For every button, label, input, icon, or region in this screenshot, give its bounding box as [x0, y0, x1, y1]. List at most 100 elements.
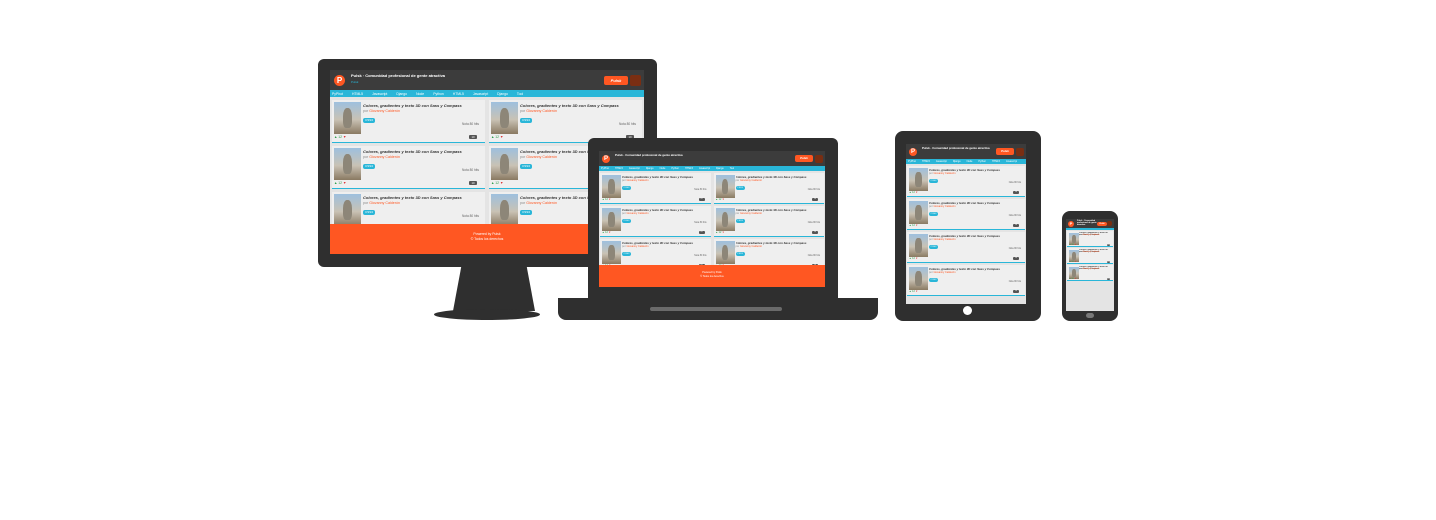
post-tag[interactable]: CSS3: [363, 164, 375, 169]
nav-item[interactable]: Django: [396, 92, 407, 96]
post-card[interactable]: Colores, gradientes y texto 3D con Sass …: [1067, 231, 1113, 247]
nav-item[interactable]: PyPhot: [332, 92, 343, 96]
post-tag[interactable]: CSS3: [735, 186, 745, 190]
vote-controls[interactable]: ▲ 12 ▼: [1069, 244, 1076, 246]
post-thumbnail[interactable]: [715, 241, 735, 264]
logo-icon[interactable]: P: [602, 154, 610, 163]
post-card[interactable]: Colores, gradientes y texto 3D con Sass …: [907, 265, 1025, 296]
post-thumbnail[interactable]: [715, 175, 735, 198]
comment-count[interactable]: 10: [698, 198, 705, 201]
vote-controls[interactable]: ▲ 12 ▼: [909, 257, 918, 260]
post-tag[interactable]: CSS3: [929, 278, 938, 282]
post-card[interactable]: Colores, gradientes y texto 3D con Sass …: [907, 199, 1025, 230]
post-tag[interactable]: CSS3: [929, 245, 938, 249]
comment-count[interactable]: 10: [1107, 244, 1110, 246]
author-link[interactable]: Giovanny Calderón: [526, 155, 557, 159]
nav-item[interactable]: Javascript: [372, 92, 387, 96]
post-thumbnail[interactable]: [909, 201, 928, 224]
comment-count[interactable]: 10: [1107, 278, 1110, 280]
post-tag[interactable]: CSS3: [363, 118, 375, 123]
nav-item[interactable]: Node: [416, 92, 424, 96]
comment-count[interactable]: 10: [698, 231, 705, 234]
nav-item[interactable]: Django: [716, 167, 724, 170]
comment-count[interactable]: 10: [1013, 257, 1019, 260]
nav-item[interactable]: Node: [967, 160, 973, 163]
post-thumbnail[interactable]: [334, 148, 361, 180]
vote-controls[interactable]: ▲ 12 ▼: [491, 135, 503, 139]
vote-controls[interactable]: ▲ 12 ▼: [909, 224, 918, 227]
author-link[interactable]: Giovanny Calderón: [1082, 234, 1099, 236]
user-avatar[interactable]: [815, 154, 823, 163]
brand-button[interactable]: Pulsk: [1097, 221, 1107, 226]
nav-item[interactable]: Node: [660, 167, 666, 170]
nav-item[interactable]: HTML5: [352, 92, 363, 96]
post-card[interactable]: Colores, gradientes y texto 3D con Sass …: [907, 166, 1025, 197]
nav-item[interactable]: Javascript: [473, 92, 488, 96]
post-card[interactable]: Colores, gradientes y texto 3D con Sass …: [332, 100, 485, 143]
vote-controls[interactable]: ▲ 12 ▼: [334, 181, 346, 185]
post-thumbnail[interactable]: [334, 194, 361, 226]
nav-item[interactable]: Javascript: [936, 160, 947, 163]
author-link[interactable]: Giovanny Calderón: [369, 155, 400, 159]
post-thumbnail[interactable]: [491, 148, 518, 180]
post-tag[interactable]: CSS3: [520, 118, 532, 123]
author-link[interactable]: Giovanny Calderón: [369, 109, 400, 113]
author-link[interactable]: Giovanny Calderón: [626, 212, 648, 215]
post-card[interactable]: Colores, gradientes y texto 3D con Sass …: [600, 173, 711, 204]
post-card[interactable]: Colores, gradientes y texto 3D con Sass …: [907, 232, 1025, 263]
vote-controls[interactable]: ▲ 12 ▼: [909, 290, 918, 293]
post-tag[interactable]: CSS3: [520, 210, 532, 215]
author-link[interactable]: Giovanny Calderón: [933, 172, 955, 175]
nav-item[interactable]: Tool: [730, 167, 734, 170]
comment-count[interactable]: 10: [812, 198, 818, 201]
logo-icon[interactable]: P: [334, 74, 345, 86]
nav-item[interactable]: HTML5: [615, 167, 623, 170]
vote-controls[interactable]: ▲ 12 ▼: [1069, 261, 1076, 263]
post-card[interactable]: Colores, gradientes y texto 3D con Sass …: [489, 100, 642, 143]
user-avatar[interactable]: [1107, 221, 1112, 226]
author-link[interactable]: Giovanny Calderón: [526, 201, 557, 205]
nav-item[interactable]: Django: [497, 92, 508, 96]
nav-item[interactable]: Javascript: [629, 167, 640, 170]
brand-button[interactable]: Pulsk: [996, 148, 1014, 155]
comment-count[interactable]: 10: [1013, 224, 1019, 227]
post-tag[interactable]: CSS3: [622, 252, 631, 256]
post-title[interactable]: Colores, gradientes y texto 3D con Sass …: [363, 149, 483, 154]
post-card[interactable]: Colores, gradientes y texto 3D con Sass …: [600, 206, 711, 237]
post-thumbnail[interactable]: [909, 267, 928, 290]
author-link[interactable]: Giovanny Calderón: [933, 205, 955, 208]
post-card[interactable]: Colores, gradientes y texto 3D con Sass …: [713, 173, 824, 204]
post-tag[interactable]: CSS3: [929, 212, 938, 216]
author-link[interactable]: Giovanny Calderón: [526, 109, 557, 113]
nav-item[interactable]: Django: [953, 160, 961, 163]
author-link[interactable]: Giovanny Calderón: [626, 245, 648, 248]
comment-count[interactable]: 10: [469, 135, 477, 139]
post-thumbnail[interactable]: [602, 175, 621, 198]
post-tag[interactable]: CSS3: [735, 252, 745, 256]
vote-controls[interactable]: ▲ 12 ▼: [491, 181, 503, 185]
post-tag[interactable]: CSS3: [363, 210, 375, 215]
post-thumbnail[interactable]: [602, 208, 621, 231]
comment-count[interactable]: 10: [812, 231, 818, 234]
nav-item[interactable]: HTML5: [992, 160, 1000, 163]
vote-controls[interactable]: ▲ 12 ▼: [716, 231, 725, 234]
nav-item[interactable]: Javascript: [1006, 160, 1017, 163]
logo-icon[interactable]: P: [1068, 220, 1074, 227]
post-thumbnail[interactable]: [909, 168, 928, 191]
author-link[interactable]: Giovanny Calderón: [1082, 268, 1099, 270]
nav-item[interactable]: Python: [433, 92, 444, 96]
vote-controls[interactable]: ▲ 12 ▼: [602, 231, 611, 234]
user-avatar[interactable]: [630, 74, 641, 86]
nav-item[interactable]: Python: [978, 160, 986, 163]
user-avatar[interactable]: [1016, 147, 1024, 156]
post-thumbnail[interactable]: [334, 102, 361, 134]
post-thumbnail[interactable]: [909, 234, 928, 257]
comment-count[interactable]: 10: [1013, 191, 1019, 194]
author-link[interactable]: Giovanny Calderón: [1082, 251, 1099, 253]
comment-count[interactable]: 10: [1107, 261, 1110, 263]
post-title[interactable]: Colores, gradientes y texto 3D con Sass …: [363, 195, 483, 200]
nav-item[interactable]: HTML5: [685, 167, 693, 170]
author-link[interactable]: Giovanny Calderón: [740, 245, 762, 248]
post-title[interactable]: Colores, gradientes y texto 3D con Sass …: [520, 103, 640, 108]
vote-controls[interactable]: ▲ 12 ▼: [334, 135, 346, 139]
